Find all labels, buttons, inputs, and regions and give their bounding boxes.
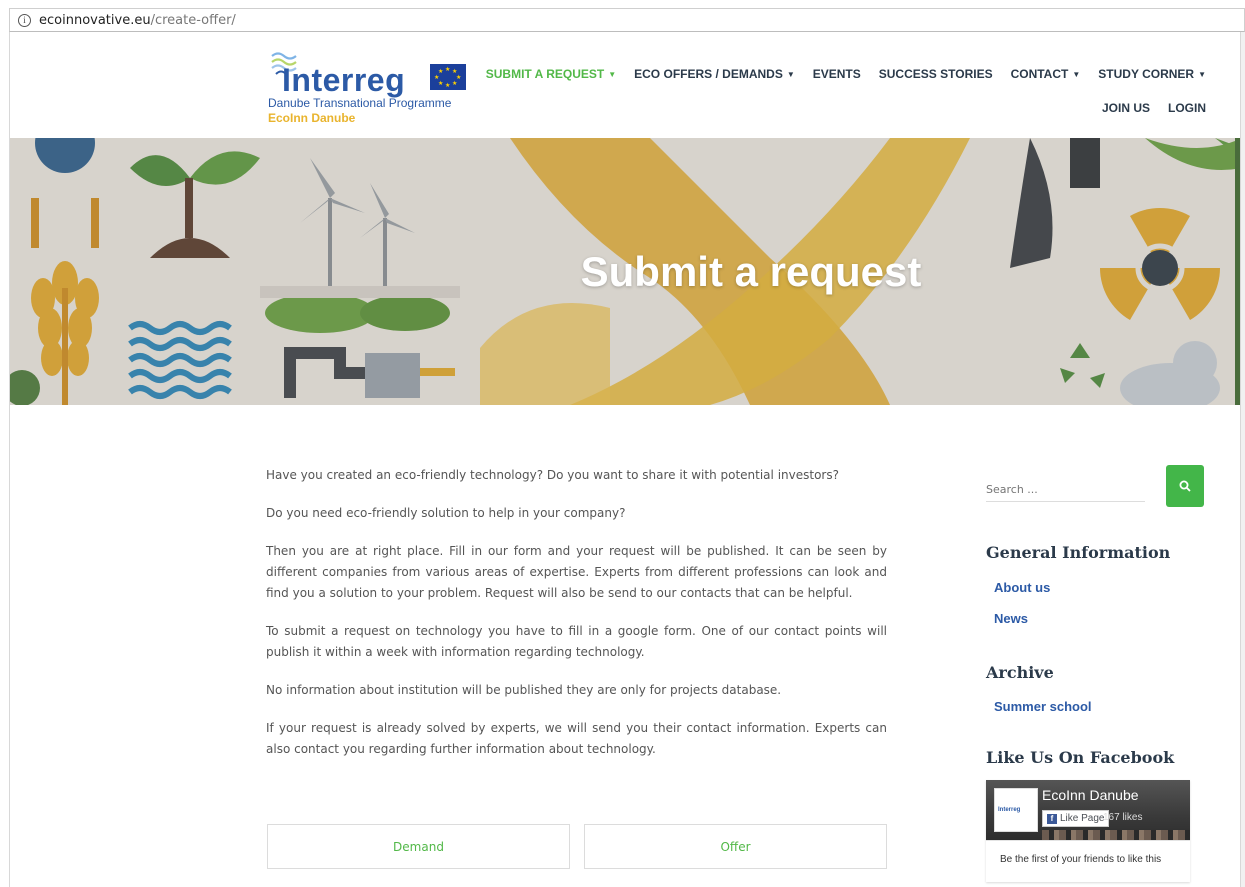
- content-paragraph: Do you need eco-friendly solution to hel…: [266, 506, 626, 520]
- nav-item-label: ECO OFFERS / DEMANDS: [634, 67, 783, 81]
- facebook-title: Like Us On Facebook: [986, 748, 1175, 767]
- page: Interreg ★ ★ ★ ★ ★ ★ ★ ★ Danube Transnational…: [9, 32, 1241, 887]
- search-icon: [1179, 480, 1191, 492]
- nav-item-submit-a-request[interactable]: SUBMIT A REQUEST ▼: [486, 66, 616, 83]
- nav-item-join-us[interactable]: JOIN US: [1102, 100, 1150, 116]
- search-widget: [986, 465, 1206, 507]
- archive-title: Archive: [986, 663, 1054, 682]
- chevron-down-icon: ▼: [786, 69, 795, 79]
- eu-flag-icon: ★ ★ ★ ★ ★ ★ ★ ★: [430, 64, 466, 90]
- facebook-likes-count: 167 likes: [1103, 812, 1143, 823]
- facebook-like-button[interactable]: f Like Page: [1042, 810, 1110, 827]
- general-info-title: General Information: [986, 543, 1171, 562]
- nav-item-label: EVENTS: [812, 67, 861, 81]
- interreg-logo[interactable]: Interreg ★ ★ ★ ★ ★ ★ ★ ★ Danube Transnational…: [268, 50, 483, 140]
- nav-item-contact[interactable]: CONTACT ▼: [1011, 66, 1081, 83]
- main-nav-row-2: JOIN US LOGIN: [486, 100, 1206, 116]
- info-icon[interactable]: i: [18, 13, 31, 27]
- facebook-widget[interactable]: Interreg EcoInn Danube f Like Page 167 li…: [986, 780, 1190, 882]
- nav-item-success-stories[interactable]: SUCCESS STORIES: [879, 66, 993, 83]
- url-path: /create-offer/: [150, 12, 236, 28]
- logo-word: Interreg: [282, 62, 406, 98]
- nav-item-label: SUBMIT A REQUEST: [485, 67, 605, 81]
- search-button[interactable]: [1166, 465, 1204, 507]
- nav-item-label: STUDY CORNER: [1098, 67, 1195, 81]
- main-nav-row-1: SUBMIT A REQUEST ▼ ECO OFFERS / DEMANDS ▼ EV…: [486, 66, 1206, 83]
- facebook-like-label: Like Page: [1060, 813, 1105, 824]
- summer-school-link[interactable]: Summer school: [994, 699, 1092, 714]
- facebook-page-name[interactable]: EcoInn Danube: [1042, 787, 1139, 803]
- hero-banner: Submit a request: [10, 138, 1240, 405]
- content-paragraph: Have you created an eco-friendly technol…: [266, 468, 839, 482]
- nav-item-label: CONTACT: [1010, 67, 1069, 81]
- content-paragraph: No information about institution will be…: [266, 683, 782, 697]
- facebook-cover-photo: [1042, 830, 1190, 840]
- nav-item-eco-offers-demands[interactable]: ECO OFFERS / DEMANDS ▼: [634, 66, 795, 83]
- request-type-buttons: Demand Offer: [267, 824, 887, 869]
- main-nav: SUBMIT A REQUEST ▼ ECO OFFERS / DEMANDS ▼ EV…: [486, 66, 1206, 116]
- logo-project: EcoInn Danube: [268, 111, 356, 125]
- content-paragraph: If your request is already solved by exp…: [266, 721, 887, 756]
- nav-item-study-corner[interactable]: STUDY CORNER ▼: [1098, 66, 1206, 83]
- chevron-down-icon: ▼: [1072, 69, 1081, 79]
- about-us-link[interactable]: About us: [994, 580, 1050, 595]
- facebook-friends-text: Be the first of your friends to like thi…: [986, 840, 1190, 882]
- page-title: Submit a request: [580, 248, 922, 295]
- chevron-down-icon: ▼: [1198, 69, 1206, 79]
- facebook-page-thumbnail[interactable]: Interreg: [994, 788, 1038, 832]
- offer-button[interactable]: Offer: [584, 824, 887, 869]
- nav-item-label: SUCCESS STORIES: [878, 67, 993, 81]
- content-paragraph: Then you are at right place. Fill in our…: [266, 544, 887, 600]
- url-domain: ecoinnovative.eu: [39, 12, 151, 28]
- logo-programme: Danube Transnational Programme: [268, 96, 452, 110]
- facebook-icon: f: [1047, 813, 1057, 824]
- nav-item-login[interactable]: LOGIN: [1168, 100, 1206, 116]
- nav-item-events[interactable]: EVENTS: [813, 66, 861, 83]
- site-header: Interreg ★ ★ ★ ★ ★ ★ ★ ★ Danube Transnational…: [10, 32, 1240, 138]
- main-content: Have you created an eco-friendly technol…: [266, 465, 887, 777]
- search-input[interactable]: [986, 478, 1145, 502]
- facebook-thumb-text: Interreg: [998, 807, 1021, 813]
- page-scrollbar[interactable]: [1241, 32, 1245, 887]
- news-link[interactable]: News: [994, 611, 1028, 626]
- content-paragraph: To submit a request on technology you ha…: [266, 624, 887, 659]
- demand-button[interactable]: Demand: [267, 824, 570, 869]
- chevron-down-icon: ▼: [608, 69, 617, 79]
- address-bar[interactable]: i ecoinnovative.eu/create-offer/: [9, 8, 1245, 32]
